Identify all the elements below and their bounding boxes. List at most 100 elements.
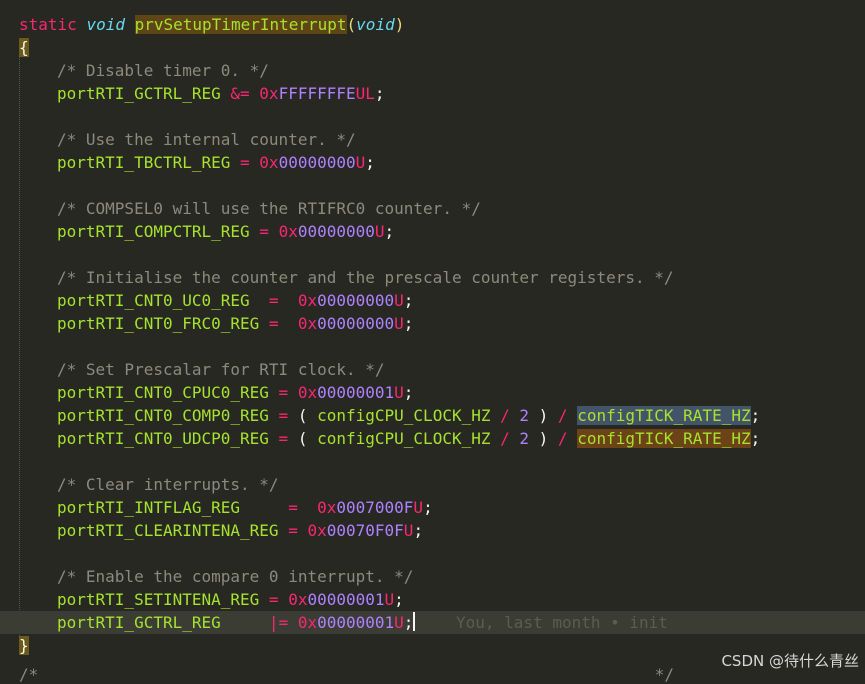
macro-highlighted: configTICK_RATE_HZ: [577, 429, 751, 448]
code-line[interactable]: static void prvSetupTimerInterrupt(void): [0, 13, 865, 36]
operator: =: [268, 429, 298, 448]
code-line[interactable]: /* COMPSEL0 will use the RTIFRC0 counter…: [0, 197, 865, 220]
operator: =: [268, 406, 298, 425]
hex-prefix: 0x: [259, 153, 279, 172]
code-line[interactable]: portRTI_COMPCTRL_REG = 0x00000000U;: [0, 220, 865, 243]
code-text: portRTI_CNT0_CPUC0_REG = 0x00000001U;: [57, 381, 413, 404]
divide-operator: /: [548, 429, 578, 448]
code-line[interactable]: [0, 335, 865, 358]
open-paren: (: [297, 429, 318, 448]
code-text: portRTI_SETINTENA_REG = 0x00000001U;: [57, 588, 404, 611]
operator: |=: [220, 613, 298, 632]
code-line[interactable]: [0, 542, 865, 565]
code-line[interactable]: /* Set Prescalar for RTI clock. */: [0, 358, 865, 381]
brace: {: [19, 38, 29, 57]
comment: /* Use the internal counter. */: [57, 130, 356, 149]
code-line[interactable]: portRTI_GCTRL_REG &= 0xFFFFFFFEUL;: [0, 82, 865, 105]
operator: =: [278, 521, 308, 540]
register-name: portRTI_CNT0_UC0_REG: [57, 291, 250, 310]
code-text: portRTI_GCTRL_REG |= 0x00000001U;: [57, 611, 416, 634]
code-text: /* Enable the compare 0 interrupt. */: [57, 565, 413, 588]
code-line[interactable]: [0, 450, 865, 473]
operator: =: [259, 590, 289, 609]
code-text: portRTI_CNT0_UC0_REG = 0x00000000U;: [57, 289, 413, 312]
code-line[interactable]: [0, 243, 865, 266]
semicolon: ;: [403, 314, 414, 333]
operator: =: [240, 498, 318, 517]
hex-prefix: 0x: [297, 314, 318, 333]
code-line[interactable]: portRTI_CNT0_FRC0_REG = 0x00000000U;: [0, 312, 865, 335]
comment: /* COMPSEL0 will use the RTIFRC0 counter…: [57, 199, 481, 218]
register-name: portRTI_INTFLAG_REG: [57, 498, 241, 517]
code-line[interactable]: portRTI_CNT0_UC0_REG = 0x00000000U;: [0, 289, 865, 312]
code-line[interactable]: portRTI_CNT0_UDCP0_REG = ( configCPU_CLO…: [0, 427, 865, 450]
divide-operator: /: [548, 406, 578, 425]
code-line[interactable]: /* Use the internal counter. */: [0, 128, 865, 151]
code-line[interactable]: /* Clear interrupts. */: [0, 473, 865, 496]
code-text: portRTI_INTFLAG_REG = 0x0007000FU;: [57, 496, 433, 519]
register-name: portRTI_CNT0_FRC0_REG: [57, 314, 260, 333]
code-line[interactable]: portRTI_TBCTRL_REG = 0x00000000U;: [0, 151, 865, 174]
hex-prefix: 0x: [317, 498, 337, 517]
literal-suffix: U: [394, 383, 404, 402]
literal-suffix: U: [394, 291, 404, 310]
hex-value: 00000001: [307, 590, 385, 609]
comment: /* Initialise the counter and the presca…: [57, 268, 674, 287]
register-name: portRTI_TBCTRL_REG: [57, 153, 231, 172]
literal-suffix: U: [394, 613, 404, 632]
close-paren: ): [394, 15, 405, 34]
register-name: portRTI_SETINTENA_REG: [57, 590, 260, 609]
code-line-current[interactable]: portRTI_GCTRL_REG |= 0x00000001U; You, la…: [0, 611, 865, 634]
divide-operator: /: [490, 429, 520, 448]
code-line[interactable]: portRTI_CNT0_CPUC0_REG = 0x00000001U;: [0, 381, 865, 404]
hex-value: 00070F0F: [326, 521, 404, 540]
hex-prefix: 0x: [259, 84, 279, 103]
operator: &=: [220, 84, 260, 103]
comment: /* Disable timer 0. */: [57, 61, 269, 80]
hex-prefix: 0x: [278, 222, 298, 241]
code-text: /* COMPSEL0 will use the RTIFRC0 counter…: [57, 197, 481, 220]
function-name: prvSetupTimerInterrupt: [134, 15, 347, 34]
code-line[interactable]: /* Disable timer 0. */: [0, 59, 865, 82]
semicolon: ;: [403, 613, 414, 632]
code-line[interactable]: [0, 174, 865, 197]
code-text: portRTI_CLEARINTENA_REG = 0x00070F0FU;: [57, 519, 423, 542]
hex-value: 0007000F: [336, 498, 414, 517]
code-line[interactable]: portRTI_CNT0_COMP0_REG = ( configCPU_CLO…: [0, 404, 865, 427]
keyword: static: [19, 15, 77, 34]
parameter-type: void: [356, 15, 395, 34]
operator: =: [259, 314, 298, 333]
code-editor[interactable]: static void prvSetupTimerInterrupt(void)…: [0, 0, 865, 684]
code-line[interactable]: portRTI_CLEARINTENA_REG = 0x00070F0FU;: [0, 519, 865, 542]
hex-prefix: 0x: [288, 590, 308, 609]
semicolon: ;: [750, 406, 761, 425]
code-line[interactable]: portRTI_INTFLAG_REG = 0x0007000FU;: [0, 496, 865, 519]
hex-value: 00000001: [317, 383, 395, 402]
open-paren: (: [346, 15, 357, 34]
number: 2: [519, 429, 530, 448]
code-line[interactable]: /* Enable the compare 0 interrupt. */: [0, 565, 865, 588]
literal-suffix: U: [394, 314, 404, 333]
code-text: static void prvSetupTimerInterrupt(void): [19, 13, 404, 36]
text-cursor: [413, 612, 416, 631]
code-text: /* Initialise the counter and the presca…: [57, 266, 674, 289]
hex-value: 00000000: [317, 291, 395, 310]
code-line[interactable]: portRTI_SETINTENA_REG = 0x00000001U;: [0, 588, 865, 611]
code-line[interactable]: /* Initialise the counter and the presca…: [0, 266, 865, 289]
literal-suffix: U: [355, 153, 366, 172]
macro: configCPU_CLOCK_HZ: [317, 429, 491, 448]
code-text: }: [19, 634, 29, 657]
code-text: portRTI_CNT0_COMP0_REG = ( configCPU_CLO…: [57, 404, 760, 427]
code-text: /* Use the internal counter. */: [57, 128, 356, 151]
literal-suffix: UL: [355, 84, 375, 103]
operator: =: [230, 153, 260, 172]
semicolon: ;: [413, 521, 424, 540]
code-text: portRTI_CNT0_FRC0_REG = 0x00000000U;: [57, 312, 413, 335]
semicolon: ;: [403, 291, 414, 310]
git-blame-annotation: You, last month • init: [456, 613, 668, 632]
code-text: /* Disable timer 0. */: [57, 59, 269, 82]
comment: /* Set Prescalar for RTI clock. */: [57, 360, 385, 379]
code-line[interactable]: [0, 105, 865, 128]
close-paren: ): [529, 406, 549, 425]
code-line[interactable]: {: [0, 36, 865, 59]
